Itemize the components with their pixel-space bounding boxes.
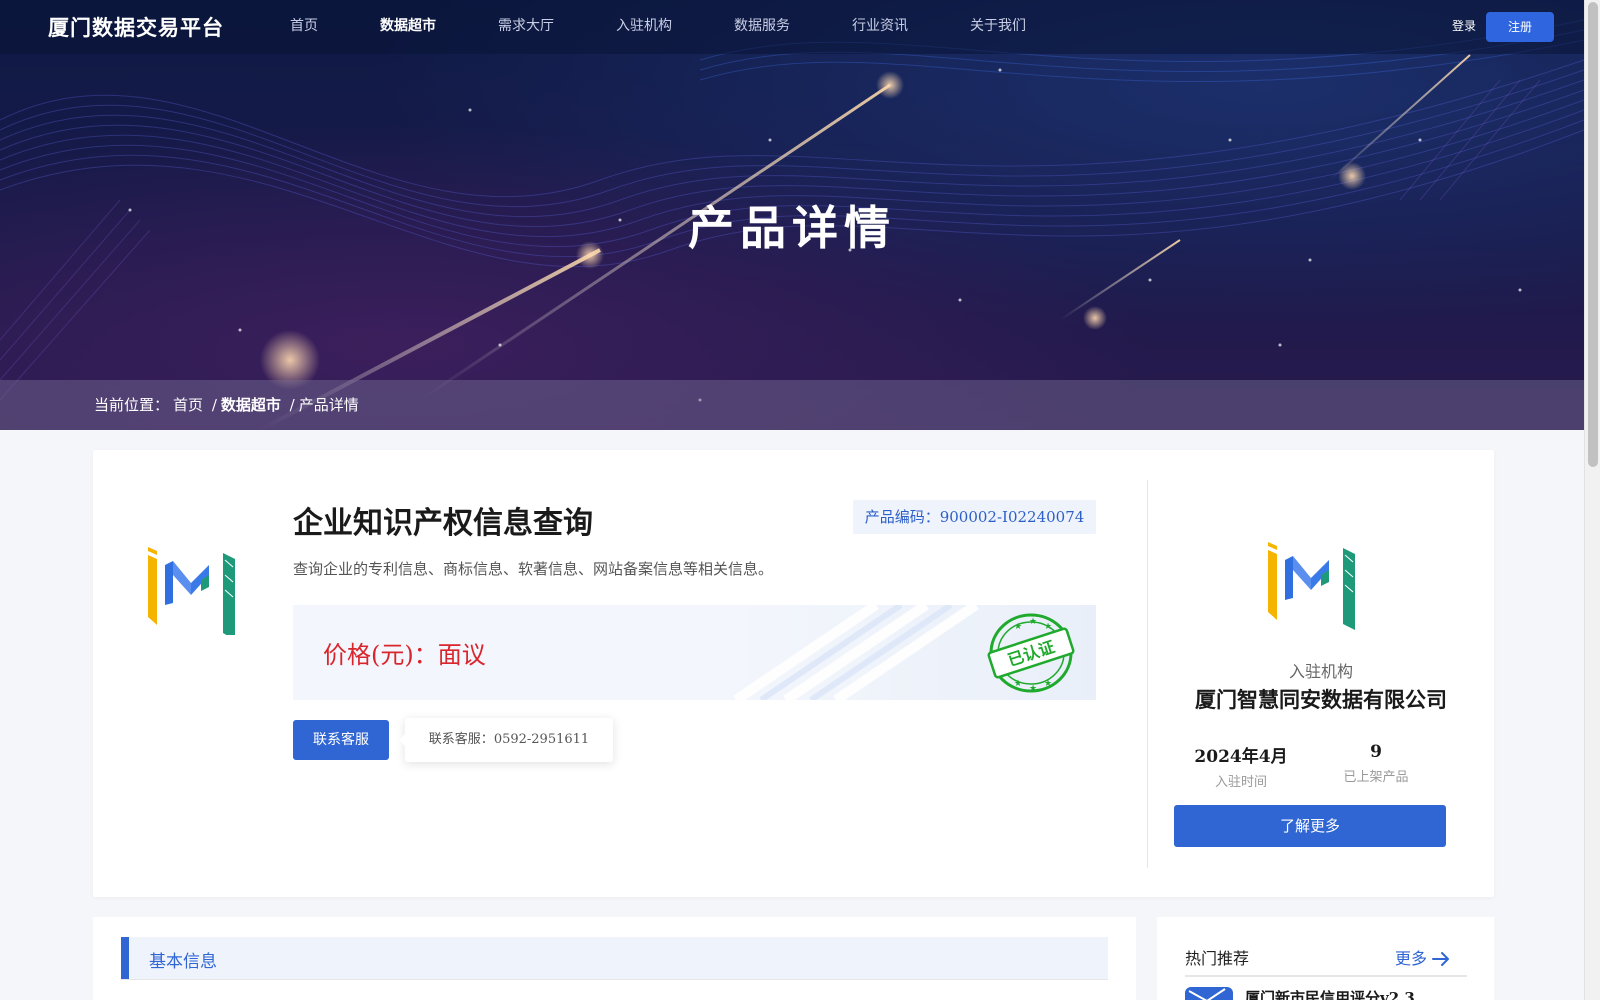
section-title: 基本信息 [149, 952, 217, 972]
nav-item-industry-news[interactable]: 行业资讯 [852, 0, 908, 54]
nav-item-home[interactable]: 首页 [290, 0, 318, 54]
nav-item-institutions[interactable]: 入驻机构 [616, 0, 672, 54]
svg-text:★: ★ [1029, 617, 1037, 627]
contact-tip-label: 联系客服： [428, 732, 494, 747]
stat-join-date: 2024年4月 入驻时间 [1171, 742, 1311, 790]
price-label: 价格(元)： [323, 641, 438, 669]
section-divider [121, 979, 1108, 980]
svg-text:★: ★ [1014, 679, 1022, 689]
page-scrollbar[interactable] [1584, 0, 1600, 1000]
thumbnail-graphic [1188, 988, 1226, 1000]
arrow-right-icon [1432, 952, 1450, 966]
nav-item-about[interactable]: 关于我们 [970, 0, 1026, 54]
more-link[interactable]: 更多 [1395, 945, 1451, 969]
hero-banner: 厦门数据交易平台 首页 数据超市 需求大厅 入驻机构 数据服务 行业资讯 关于我… [0, 0, 1584, 430]
stat-value: 9 [1370, 742, 1382, 762]
section-header: 基本信息 [121, 937, 1108, 979]
site-logo[interactable]: 厦门数据交易平台 [48, 12, 224, 42]
learn-more-button[interactable]: 了解更多 [1174, 805, 1446, 847]
certified-stamp-icon: 已认证 ★ ★ ★ ★ ★ ★ [987, 613, 1075, 694]
nav-item-demand-hall[interactable]: 需求大厅 [498, 0, 554, 54]
nav-item-data-services[interactable]: 数据服务 [734, 0, 790, 54]
nav-item-data-market[interactable]: 数据超市 [380, 0, 436, 54]
product-title: 企业知识产权信息查询 [293, 506, 593, 541]
scrollbar-thumb[interactable] [1588, 2, 1598, 467]
organization-logo [1268, 542, 1355, 630]
hot-item-thumbnail [1185, 987, 1233, 1000]
contact-tip-phone: 0592-2951611 [493, 732, 590, 747]
price-box: 价格(元)：面议 已认证 ★ ★ ★ ★ ★ ★ [293, 605, 1096, 700]
breadcrumb-separator: / [289, 396, 295, 414]
product-code: 产品编码：900002-I02240074 [853, 500, 1096, 534]
register-button[interactable]: 注册 [1486, 12, 1554, 42]
product-code-value: 900002-I02240074 [939, 508, 1085, 526]
breadcrumb-separator: / [211, 396, 217, 414]
breadcrumb-data-market[interactable]: 数据超市 [221, 396, 281, 414]
page-title: 产品详情 [688, 201, 896, 255]
breadcrumb-prefix: 当前位置： [94, 396, 170, 414]
hot-recommend-card: 热门推荐 更多 厦门新市民信用评分v2.3 [1157, 917, 1494, 1000]
product-description: 查询企业的专利信息、商标信息、软著信息、网站备案信息等相关信息。 [293, 560, 774, 578]
svg-text:★: ★ [1044, 622, 1052, 632]
svg-text:★: ★ [1029, 684, 1037, 694]
product-detail-card: 企业知识产权信息查询 产品编码：900002-I02240074 查询企业的专利… [93, 450, 1494, 897]
contact-service-button[interactable]: 联系客服 [293, 720, 389, 760]
price-text: 价格(元)：面议 [323, 635, 486, 670]
more-label: 更多 [1395, 949, 1428, 968]
stat-label: 入驻时间 [1214, 775, 1267, 790]
nav-menu: 首页 数据超市 需求大厅 入驻机构 数据服务 行业资讯 关于我们 [290, 0, 1088, 54]
price-value: 面议 [437, 641, 486, 669]
stat-product-count: 9 已上架产品 [1306, 742, 1446, 785]
hot-item[interactable]: 厦门新市民信用评分v2.3 [1185, 987, 1467, 1000]
svg-text:★: ★ [1014, 622, 1022, 632]
breadcrumb-home[interactable]: 首页 [173, 396, 203, 414]
hot-recommend-title: 热门推荐 [1185, 949, 1250, 968]
organization-label: 入驻机构 [1288, 662, 1353, 681]
organization-name: 厦门智慧同安数据有限公司 [1195, 687, 1447, 712]
breadcrumb-bar: 当前位置： 首页 / 数据超市 / 产品详情 [0, 380, 1584, 430]
contact-tooltip: 联系客服：0592-2951611 [399, 718, 613, 762]
stat-label: 已上架产品 [1343, 770, 1409, 785]
hot-divider [1185, 975, 1467, 977]
basic-info-card: 基本信息 [93, 917, 1136, 1000]
product-logo [148, 547, 235, 635]
product-code-label: 产品编码： [864, 508, 940, 526]
login-link[interactable]: 登录 [1452, 17, 1476, 34]
breadcrumb: 当前位置： 首页 / 数据超市 / 产品详情 [94, 394, 363, 415]
top-nav: 厦门数据交易平台 首页 数据超市 需求大厅 入驻机构 数据服务 行业资讯 关于我… [0, 0, 1584, 54]
stat-value: 2024年4月 [1194, 747, 1288, 767]
breadcrumb-current: 产品详情 [298, 396, 359, 414]
svg-text:★: ★ [1044, 679, 1052, 689]
hot-item-name: 厦门新市民信用评分v2.3 [1245, 989, 1415, 1000]
